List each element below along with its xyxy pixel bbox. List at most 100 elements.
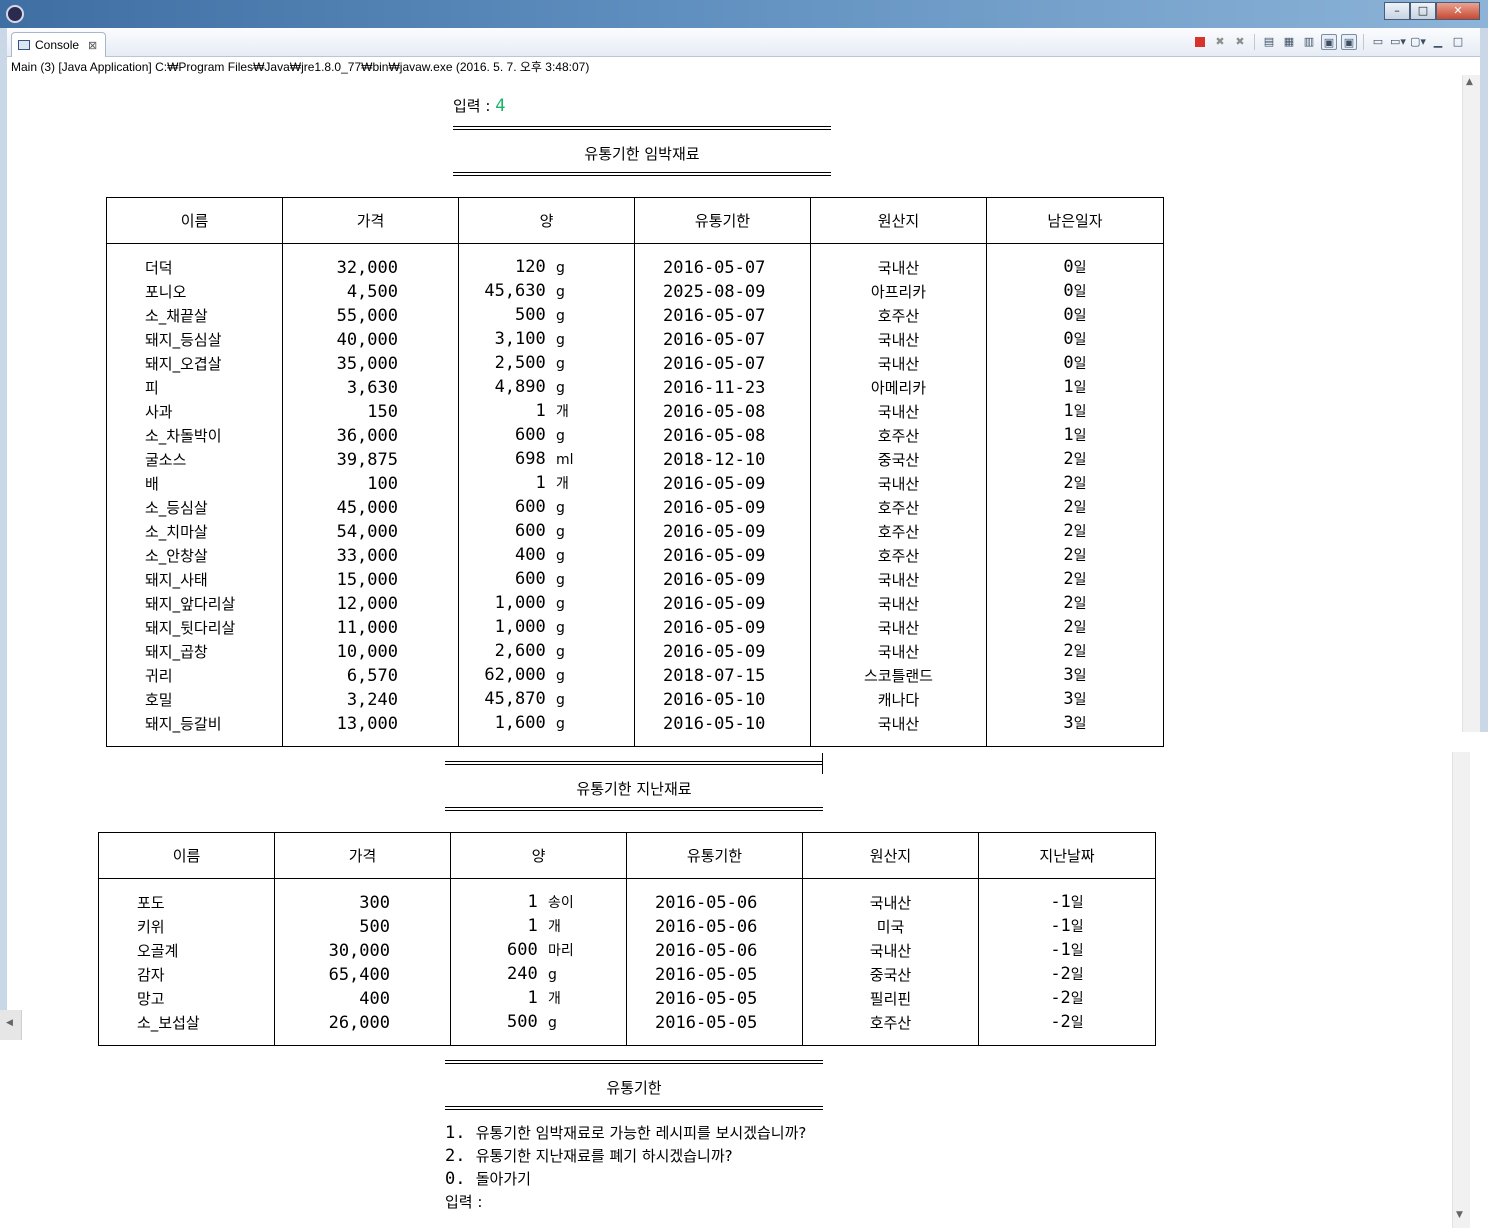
tab-console[interactable]: Console ⊠: [11, 32, 107, 57]
vertical-scrollbar-lower[interactable]: ▼: [1452, 752, 1470, 1228]
expiry-date-value: 2016-05-09: [663, 473, 766, 494]
show-on-stdout-icon[interactable]: ▣: [1321, 34, 1337, 50]
close-button[interactable]: ✕: [1436, 2, 1480, 20]
maximize-view-icon[interactable]: □: [1450, 34, 1466, 50]
ingredient-name: 망고: [137, 989, 165, 1008]
expiry-date-value: 2016-05-06: [655, 892, 758, 913]
cell-days: 1일: [986, 376, 1164, 400]
cell-days: -2일: [978, 1011, 1156, 1046]
menu-option-0: 0. 돌아가기: [445, 1169, 531, 1189]
cell-name: 호밀: [106, 688, 283, 712]
expiry-date-value: 2025-08-09: [663, 281, 766, 302]
column-header-name: 이름: [106, 197, 283, 244]
cell-origin: 미국: [802, 915, 979, 939]
cell-expiry-date: 2016-05-05: [626, 987, 803, 1011]
price-value: 12,000: [336, 593, 398, 614]
ingredient-name: 돼지_앞다리살: [145, 594, 236, 613]
table-row: 소_등심살 45,000 600 g 2016-05-09 호주산 2일: [106, 496, 1164, 520]
menu-option-number: 2.: [445, 1146, 476, 1166]
quantity-unit: g: [556, 332, 565, 348]
cell-origin: 호주산: [810, 424, 987, 448]
quantity-unit: g: [556, 692, 565, 708]
pin-console-icon[interactable]: ▭: [1370, 34, 1386, 50]
minimize-button[interactable]: –: [1384, 2, 1410, 20]
table-row: 돼지_사태 15,000 600 g 2016-05-09 국내산 2일: [106, 568, 1164, 592]
cell-name: 굴소스: [106, 448, 283, 472]
cell-days: 3일: [986, 712, 1164, 747]
table-row: 포니오 4,500 45,630 g 2025-08-09 아프리카 0일: [106, 280, 1164, 304]
quantity-value: 1,000: [494, 593, 546, 613]
cell-name: 돼지_등갈비: [106, 712, 283, 747]
table-row: 호밀 3,240 45,870 g 2016-05-10 캐나다 3일: [106, 688, 1164, 712]
clear-console-icon[interactable]: ▤: [1261, 34, 1277, 50]
menu-option-text: 유통기한 임박재료로 가능한 레시피를 보시겠습니까?: [475, 1124, 807, 1142]
quantity-unit: g: [556, 644, 565, 660]
cell-price: 400: [274, 987, 451, 1011]
scroll-lock-icon[interactable]: ▦: [1281, 34, 1297, 50]
menu-input-prompt[interactable]: 입력 :: [445, 1192, 487, 1212]
cell-name: 귀리: [106, 664, 283, 688]
quantity-value: 400: [515, 545, 546, 565]
scroll-left-icon[interactable]: ◀: [6, 1018, 13, 1028]
quantity-unit: g: [556, 548, 565, 564]
days-value: 2: [1063, 449, 1074, 469]
cell-days: -1일: [978, 878, 1156, 915]
cell-expiry-date: 2016-05-09: [634, 592, 811, 616]
remove-launch-icon[interactable]: ✖: [1212, 34, 1228, 50]
terminate-icon[interactable]: [1195, 37, 1205, 47]
cell-expiry-date: 2016-05-07: [634, 304, 811, 328]
cell-days: 2일: [986, 520, 1164, 544]
cell-quantity: 3,100 g: [458, 328, 635, 352]
cell-days: -2일: [978, 987, 1156, 1011]
cell-expiry-date: 2016-05-06: [626, 939, 803, 963]
price-value: 500: [359, 916, 390, 937]
quantity-unit: g: [556, 260, 565, 276]
cell-origin: 호주산: [810, 544, 987, 568]
cell-price: 40,000: [282, 328, 459, 352]
price-value: 15,000: [336, 569, 398, 590]
minimize-view-icon[interactable]: ▁: [1430, 34, 1446, 50]
price-value: 45,000: [336, 497, 398, 518]
open-console-icon[interactable]: ▢▾: [1410, 34, 1426, 50]
remove-all-icon[interactable]: ✖: [1232, 34, 1248, 50]
quantity-unit: g: [556, 428, 565, 444]
days-value: 0: [1063, 257, 1074, 277]
scroll-up-icon[interactable]: ▲: [1466, 77, 1473, 87]
price-value: 32,000: [336, 257, 398, 278]
vertical-scrollbar[interactable]: ▲: [1462, 75, 1480, 732]
maximize-button[interactable]: □: [1410, 2, 1436, 20]
cell-days: 2일: [986, 544, 1164, 568]
cell-name: 돼지_사태: [106, 568, 283, 592]
double-divider: [445, 761, 823, 765]
expiry-date-value: 2016-05-07: [663, 353, 766, 374]
scroll-down-icon[interactable]: ▼: [1456, 1210, 1463, 1220]
display-console-icon[interactable]: ▭▾: [1390, 34, 1406, 50]
table-row: 사과 150 1 개 2016-05-08 국내산 1일: [106, 400, 1164, 424]
cell-name: 소_등심살: [106, 496, 283, 520]
quantity-value: 1: [527, 988, 538, 1008]
table-row: 오골계 30,000 600 마리 2016-05-06 국내산 -1일: [98, 939, 1156, 963]
console-view-toolbar: Console ⊠ ✖ ✖ ▤ ▦ ▥ ▣ ▣ ▭ ▭▾ ▢▾ ▁ □: [7, 28, 1480, 57]
cell-quantity: 4,890 g: [458, 376, 635, 400]
word-wrap-icon[interactable]: ▥: [1301, 34, 1317, 50]
table-row: 돼지_등갈비 13,000 1,600 g 2016-05-10 국내산 3일: [106, 712, 1164, 747]
quantity-value: 600: [515, 569, 546, 589]
price-value: 30,000: [328, 940, 390, 961]
origin-value: 국내산: [877, 330, 920, 349]
cell-days: -2일: [978, 963, 1156, 987]
ingredient-name: 소_안창살: [145, 546, 208, 565]
cell-days: 0일: [986, 304, 1164, 328]
cell-expiry-date: 2018-07-15: [634, 664, 811, 688]
horizontal-scrollbar-stub[interactable]: ◀: [0, 1010, 22, 1040]
tab-close-icon[interactable]: ⊠: [88, 39, 97, 52]
expiry-date-value: 2016-05-06: [655, 916, 758, 937]
expiry-date-value: 2016-05-07: [663, 257, 766, 278]
quantity-value: 3,100: [494, 329, 546, 349]
cell-quantity: 120 g: [458, 243, 635, 280]
cell-name: 망고: [98, 987, 275, 1011]
price-value: 4,500: [346, 281, 398, 302]
cell-price: 32,000: [282, 243, 459, 280]
show-on-stderr-icon[interactable]: ▣: [1341, 34, 1357, 50]
cell-price: 39,875: [282, 448, 459, 472]
window-title-bar[interactable]: – □ ✕: [0, 0, 1488, 28]
